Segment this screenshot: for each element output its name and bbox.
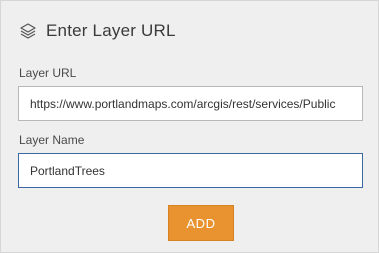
enter-layer-url-panel: Enter Layer URL Layer URL Layer Name ADD: [0, 0, 379, 253]
panel-header: Enter Layer URL: [19, 19, 176, 43]
layers-icon: [19, 22, 37, 40]
layer-name-label: Layer Name: [19, 133, 85, 147]
layer-url-input[interactable]: [18, 86, 363, 121]
layer-name-input[interactable]: [18, 153, 363, 188]
add-button[interactable]: ADD: [168, 205, 234, 241]
layer-url-label: Layer URL: [19, 66, 77, 80]
panel-title: Enter Layer URL: [46, 21, 176, 40]
